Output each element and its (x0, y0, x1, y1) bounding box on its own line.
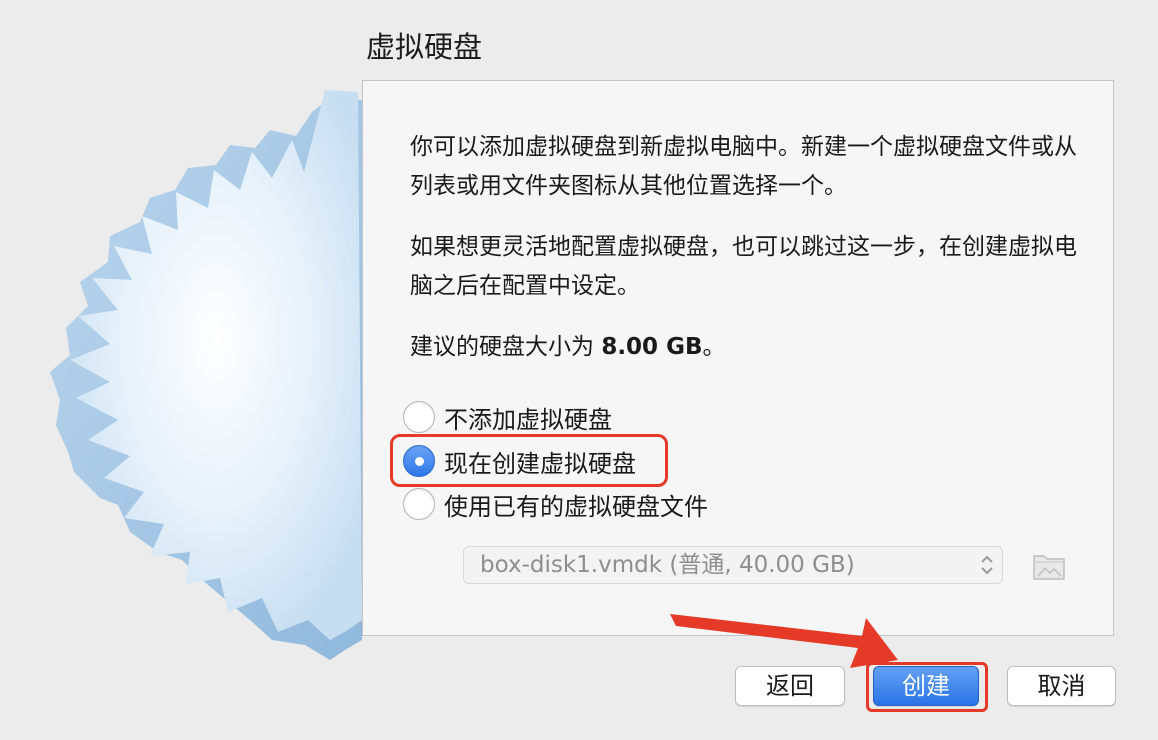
radio-use-existing[interactable] (403, 488, 435, 520)
cancel-button[interactable]: 取消 (1007, 666, 1116, 706)
radio-no-disk[interactable] (403, 401, 435, 433)
dialog-title: 虚拟硬盘 (366, 30, 483, 64)
annotation-highlight-create-button (866, 662, 988, 712)
description-paragraph-2: 如果想更灵活地配置虚拟硬盘，也可以跳过这一步，在创建虚拟电脑之后在配置中设定。 (410, 234, 1077, 299)
option-no-disk-label: 不添加虚拟硬盘 (444, 405, 612, 434)
description-paragraph-1: 你可以添加虚拟硬盘到新虚拟电脑中。新建一个虚拟硬盘文件或从列表或用文件夹图标从其… (410, 134, 1077, 199)
recommended-size-text: 建议的硬盘大小为 8.00 GB。 (410, 328, 725, 367)
existing-disk-select[interactable]: box-disk1.vmdk (普通, 40.00 GB) (463, 546, 1003, 584)
updown-chevron-icon (981, 555, 993, 575)
recommend-prefix: 建议的硬盘大小为 (410, 334, 602, 360)
recommended-size-value: 8.00 GB (601, 334, 703, 360)
folder-icon[interactable] (1032, 548, 1066, 582)
recommend-suffix: 。 (702, 334, 726, 360)
back-button[interactable]: 返回 (735, 666, 845, 706)
option-no-disk[interactable]: 不添加虚拟硬盘 (403, 399, 612, 435)
option-use-existing-label: 使用已有的虚拟硬盘文件 (444, 492, 708, 521)
option-use-existing[interactable]: 使用已有的虚拟硬盘文件 (403, 486, 708, 522)
annotation-highlight-create-now (390, 434, 668, 487)
existing-disk-select-value: box-disk1.vmdk (普通, 40.00 GB) (480, 552, 855, 578)
